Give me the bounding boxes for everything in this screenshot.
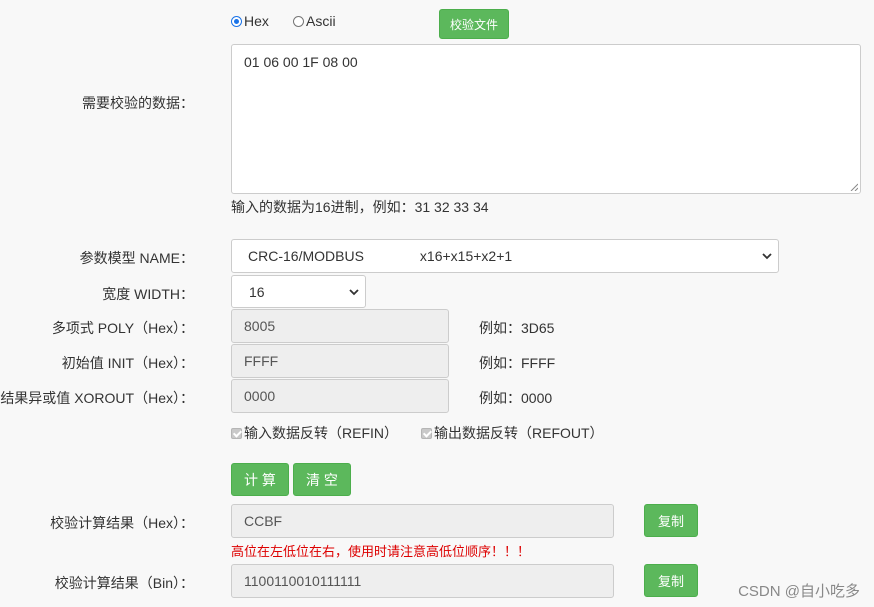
init-input[interactable]: FFFF bbox=[231, 344, 449, 378]
width-select[interactable]: 16 bbox=[231, 275, 366, 308]
data-hint: 输入的数据为16进制，例如：31 32 33 34 bbox=[231, 199, 489, 215]
model-name: CRC-16/MODBUS bbox=[248, 248, 364, 264]
poly-input[interactable]: 8005 bbox=[231, 309, 449, 343]
init-example: 例如：FFFF bbox=[479, 355, 556, 371]
refin-label: 输入数据反转（REFIN） bbox=[244, 425, 398, 441]
result-hex-output[interactable]: CCBF bbox=[231, 504, 614, 538]
result-bin-value: 1100110010111111 bbox=[244, 573, 362, 589]
result-hex-label: 校验计算结果（Hex）： bbox=[50, 515, 194, 531]
copy-bin-button[interactable]: 复制 bbox=[644, 564, 698, 597]
refout-option[interactable]: 输出数据反转（REFOUT） bbox=[421, 423, 604, 443]
data-textarea-value: 01 06 00 1F 08 00 bbox=[244, 54, 358, 70]
refout-label: 输出数据反转（REFOUT） bbox=[434, 425, 604, 441]
chevron-down-icon bbox=[762, 253, 772, 260]
refin-option[interactable]: 输入数据反转（REFIN） bbox=[231, 423, 398, 443]
width-label: 宽度 WIDTH： bbox=[102, 286, 194, 302]
result-bin-label: 校验计算结果（Bin）： bbox=[54, 575, 194, 591]
width-value: 16 bbox=[249, 283, 265, 300]
hex-radio[interactable] bbox=[231, 15, 242, 27]
xorout-input[interactable]: 0000 bbox=[231, 379, 449, 413]
poly-example: 例如：3D65 bbox=[479, 320, 555, 336]
ascii-radio-label: Ascii bbox=[306, 13, 336, 29]
poly-label: 多项式 POLY（Hex）： bbox=[51, 320, 194, 336]
init-value: FFFF bbox=[244, 353, 279, 369]
bit-order-warning: 高位在左低位在右，使用时请注意高低位顺序！！！ bbox=[231, 544, 531, 559]
hex-radio-option[interactable]: Hex bbox=[231, 13, 269, 29]
model-label: 参数模型 NAME： bbox=[79, 250, 194, 266]
refout-checkbox[interactable] bbox=[421, 427, 432, 439]
ascii-radio-option[interactable]: Ascii bbox=[293, 13, 336, 29]
verify-file-button[interactable]: 校验文件 bbox=[439, 9, 509, 39]
ascii-radio[interactable] bbox=[293, 15, 304, 27]
hex-radio-label: Hex bbox=[244, 13, 269, 29]
clear-button[interactable]: 清 空 bbox=[293, 463, 351, 496]
calculate-button[interactable]: 计 算 bbox=[231, 463, 289, 496]
chevron-down-icon bbox=[349, 288, 359, 295]
result-hex-value: CCBF bbox=[244, 513, 283, 529]
xorout-example: 例如：0000 bbox=[479, 390, 553, 406]
resize-handle-icon[interactable] bbox=[850, 183, 858, 191]
init-label: 初始值 INIT（Hex）： bbox=[61, 355, 194, 371]
copy-hex-button[interactable]: 复制 bbox=[644, 504, 698, 537]
data-label: 需要校验的数据： bbox=[82, 95, 194, 111]
data-textarea[interactable]: 01 06 00 1F 08 00 bbox=[231, 44, 861, 194]
poly-value: 8005 bbox=[244, 318, 276, 334]
model-select[interactable]: CRC-16/MODBUS x16+x15+x2+1 bbox=[231, 239, 779, 273]
xorout-label: 结果异或值 XOROUT（Hex）： bbox=[0, 390, 194, 406]
csdn-watermark: CSDN @自小吃多 bbox=[738, 583, 860, 600]
xorout-value: 0000 bbox=[244, 388, 276, 404]
refin-checkbox[interactable] bbox=[231, 427, 242, 439]
result-bin-output[interactable]: 1100110010111111 bbox=[231, 564, 614, 598]
model-poly-expr: x16+x15+x2+1 bbox=[419, 248, 513, 264]
